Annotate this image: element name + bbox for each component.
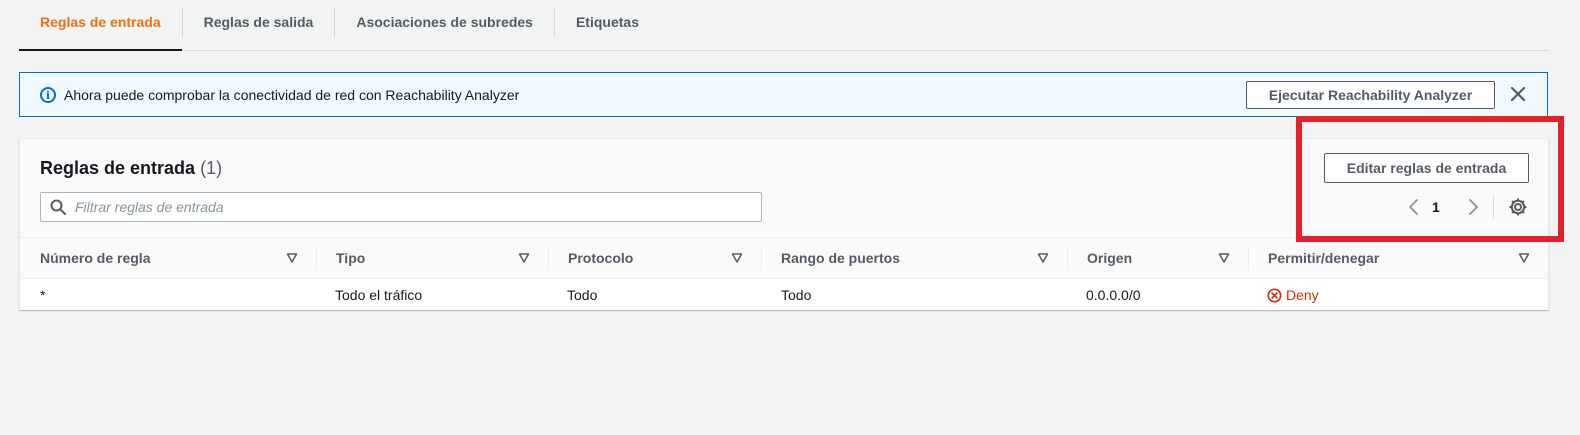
- tab-reglas-de-entrada[interactable]: Reglas de entrada: [19, 0, 182, 51]
- sort-icon[interactable]: [1037, 252, 1049, 264]
- cell-protocol: Todo: [567, 287, 598, 303]
- panel-title-text: Reglas de entrada: [40, 158, 196, 178]
- tab-reglas-de-salida[interactable]: Reglas de salida: [183, 0, 335, 44]
- search-icon: [50, 199, 66, 215]
- column-header-source[interactable]: Origen: [1067, 238, 1248, 278]
- filter-input[interactable]: [75, 193, 755, 221]
- cell-source: 0.0.0.0/0: [1086, 287, 1141, 303]
- column-header-rule-number[interactable]: Número de regla: [20, 238, 316, 278]
- error-circle-icon: [1267, 287, 1282, 303]
- rule-count: (1): [200, 158, 223, 178]
- table-row[interactable]: * Todo el tráfico Todo Todo 0.0.0.0/0 De…: [20, 279, 1548, 310]
- column-header-allow-deny[interactable]: Permitir/denegar: [1248, 238, 1548, 278]
- column-header-protocol[interactable]: Protocolo: [548, 238, 761, 278]
- close-icon[interactable]: [1507, 85, 1529, 105]
- cell-port-range: Todo: [781, 287, 812, 303]
- run-reachability-analyzer-button[interactable]: Ejecutar Reachability Analyzer: [1246, 81, 1495, 109]
- sort-icon[interactable]: [518, 252, 530, 264]
- filter-search-box: [40, 192, 762, 222]
- banner-text: Ahora puede comprobar la conectividad de…: [64, 87, 520, 103]
- tab-bar: Reglas de entrada Reglas de salida Asoci…: [19, 0, 1549, 51]
- sort-icon[interactable]: [1218, 252, 1230, 264]
- table-header: Número de regla Tipo Protocolo Rango de …: [20, 237, 1548, 279]
- tab-etiquetas[interactable]: Etiquetas: [555, 0, 660, 44]
- panel-title: Reglas de entrada (1): [40, 158, 222, 179]
- deny-label: Deny: [1286, 287, 1319, 303]
- cell-type: Todo el tráfico: [335, 287, 423, 303]
- highlight-box: [1296, 116, 1564, 242]
- info-icon: i: [40, 87, 56, 103]
- column-header-port-range[interactable]: Rango de puertos: [761, 238, 1067, 278]
- sort-icon[interactable]: [731, 252, 743, 264]
- sort-icon[interactable]: [1518, 252, 1530, 264]
- tab-asociaciones-de-subredes[interactable]: Asociaciones de subredes: [335, 0, 554, 44]
- sort-icon[interactable]: [286, 252, 298, 264]
- info-banner: i Ahora puede comprobar la conectividad …: [19, 72, 1548, 117]
- column-header-type[interactable]: Tipo: [316, 238, 548, 278]
- cell-allow-deny: Deny: [1267, 287, 1319, 303]
- cell-rule-number: *: [40, 287, 46, 303]
